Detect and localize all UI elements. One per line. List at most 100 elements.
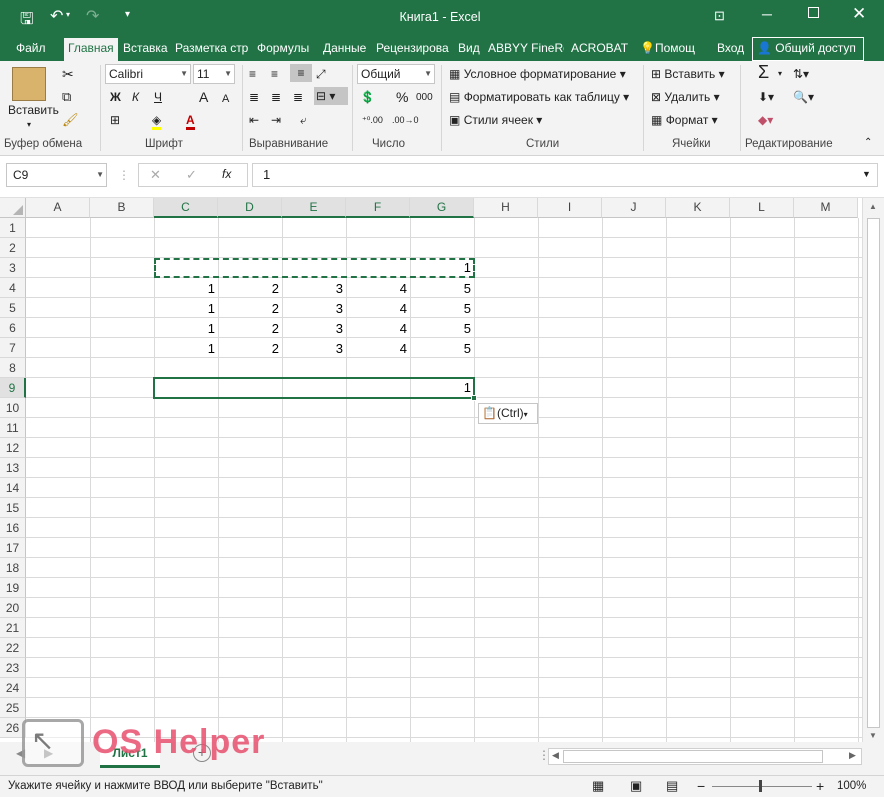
close-button[interactable]: ✕ — [852, 4, 866, 24]
cell-e5[interactable]: 3 — [282, 299, 346, 319]
column-header-i[interactable]: I — [538, 198, 602, 218]
cancel-entry-icon[interactable]: ✕ — [150, 167, 161, 183]
zoom-slider-thumb[interactable] — [759, 780, 762, 792]
cell-g7[interactable]: 5 — [410, 339, 474, 359]
conditional-format-button[interactable]: ▦ Условное форматирование ▾ — [449, 65, 626, 83]
autosum-dropdown-icon[interactable]: ▾ — [778, 65, 782, 83]
h-scroll-thumb[interactable] — [563, 750, 823, 763]
row-header[interactable]: 18 — [0, 558, 26, 578]
row-header[interactable]: 24 — [0, 678, 26, 698]
delete-cells-button[interactable]: ⊠ Удалить ▾ — [651, 88, 720, 106]
cut-icon[interactable]: ✂ — [62, 65, 74, 83]
cell-f5[interactable]: 4 — [346, 299, 410, 319]
row-header[interactable]: 23 — [0, 658, 26, 678]
paste-button[interactable]: Вставить — [8, 101, 59, 119]
row-header[interactable]: 6 — [0, 318, 26, 338]
zoom-out-icon[interactable]: − — [697, 776, 705, 796]
align-middle-icon[interactable]: ≡ — [271, 65, 278, 83]
save-icon[interactable]: 🖫 — [20, 8, 34, 35]
number-format-select[interactable]: Общий ▼ — [357, 64, 435, 84]
row-header[interactable]: 21 — [0, 618, 26, 638]
column-header-m[interactable]: M — [794, 198, 858, 218]
column-header-c[interactable]: C — [154, 198, 218, 218]
increase-indent-icon[interactable]: ⇥ — [271, 111, 281, 129]
cell-g4[interactable]: 5 — [410, 279, 474, 299]
clear-icon[interactable]: ◆▾ — [758, 111, 773, 129]
row-header[interactable]: 10 — [0, 398, 26, 418]
format-cells-button[interactable]: ▦ Формат ▾ — [651, 111, 718, 129]
share-button[interactable]: 👤 Общий доступ — [752, 37, 864, 61]
decrease-decimal-icon[interactable]: .00→0 — [392, 111, 419, 129]
scroll-up-icon[interactable]: ▲ — [869, 202, 877, 211]
fill-handle[interactable] — [471, 395, 477, 401]
formula-input[interactable]: 1 — [252, 163, 878, 187]
sign-in-link[interactable]: Вход — [713, 38, 748, 61]
row-header[interactable]: 20 — [0, 598, 26, 618]
cell-d6[interactable]: 2 — [218, 319, 282, 339]
tab-abbyy[interactable]: ABBYY FineRe — [484, 38, 564, 61]
tab-review[interactable]: Рецензирова — [372, 38, 452, 61]
row-header[interactable]: 15 — [0, 498, 26, 518]
format-painter-icon[interactable]: 🖌 — [62, 111, 79, 129]
font-color-icon[interactable]: A — [186, 111, 195, 130]
sort-filter-icon[interactable]: ⇅▾ — [793, 65, 809, 83]
row-header[interactable]: 1 — [0, 218, 26, 238]
page-break-icon[interactable]: ▤ — [666, 776, 678, 796]
cell-e4[interactable]: 3 — [282, 279, 346, 299]
cell-f6[interactable]: 4 — [346, 319, 410, 339]
align-left-icon[interactable]: ≣ — [249, 88, 259, 106]
row-header[interactable]: 5 — [0, 298, 26, 318]
align-center-icon[interactable]: ≣ — [271, 88, 281, 106]
row-header[interactable]: 11 — [0, 418, 26, 438]
cell-g9[interactable]: 1 — [410, 378, 474, 398]
undo-icon[interactable]: ↶ — [50, 6, 63, 26]
thousands-button[interactable]: 000 — [416, 89, 433, 107]
currency-icon[interactable]: 💲 — [360, 88, 375, 106]
font-size-select[interactable]: 11 ▼ — [193, 64, 235, 84]
confirm-entry-icon[interactable]: ✓ — [186, 167, 197, 183]
scroll-right-icon[interactable]: ▶ — [849, 750, 856, 761]
format-as-table-button[interactable]: ▤ Форматировать как таблицу ▾ — [449, 88, 629, 106]
tab-page-layout[interactable]: Разметка стр — [171, 38, 251, 61]
insert-function-button[interactable]: fx — [222, 167, 231, 181]
tab-formulas[interactable]: Формулы — [253, 38, 313, 61]
undo-dropdown-icon[interactable]: ▾ — [66, 10, 70, 19]
paste-icon[interactable] — [12, 67, 46, 101]
row-header[interactable]: 19 — [0, 578, 26, 598]
normal-view-icon[interactable]: ▦ — [592, 776, 604, 796]
cell-d7[interactable]: 2 — [218, 339, 282, 359]
insert-cells-button[interactable]: ⊞ Вставить ▾ — [651, 65, 725, 83]
grow-font-button[interactable]: A — [199, 88, 208, 106]
column-header-h[interactable]: H — [474, 198, 538, 218]
maximize-button[interactable] — [808, 7, 819, 18]
horizontal-scrollbar[interactable]: ◀ ▶ — [548, 748, 862, 765]
increase-decimal-icon[interactable]: ⁺⁰.00 — [362, 111, 383, 129]
orientation-icon[interactable]: ⤢ — [316, 65, 326, 83]
column-header-g[interactable]: G — [410, 198, 474, 218]
ribbon-display-icon[interactable]: ⊡ — [714, 8, 725, 24]
column-header-j[interactable]: J — [602, 198, 666, 218]
row-header[interactable]: 22 — [0, 638, 26, 658]
row-header[interactable]: 14 — [0, 478, 26, 498]
bold-button[interactable]: Ж — [110, 88, 121, 106]
row-header[interactable]: 9 — [0, 378, 26, 398]
row-header[interactable]: 4 — [0, 278, 26, 298]
expand-formula-icon[interactable]: ▼ — [862, 169, 871, 179]
column-header-l[interactable]: L — [730, 198, 794, 218]
paste-dropdown-icon[interactable]: ▾ — [27, 116, 31, 134]
customize-toolbar-icon[interactable]: ▾ — [125, 9, 130, 20]
row-header[interactable]: 17 — [0, 538, 26, 558]
cell-d4[interactable]: 2 — [218, 279, 282, 299]
cell-c7[interactable]: 1 — [154, 339, 218, 359]
tab-insert[interactable]: Вставка — [119, 38, 172, 61]
paste-options-button[interactable]: 📋(Ctrl)▾ — [478, 403, 538, 424]
column-header-b[interactable]: B — [90, 198, 154, 218]
borders-icon[interactable]: ⊞ — [110, 111, 120, 129]
cell-c6[interactable]: 1 — [154, 319, 218, 339]
cell-c5[interactable]: 1 — [154, 299, 218, 319]
merge-center-icon[interactable]: ⊟ ▾ — [314, 87, 348, 105]
cell-f7[interactable]: 4 — [346, 339, 410, 359]
font-name-select[interactable]: Calibri ▼ — [105, 64, 191, 84]
collapse-ribbon-icon[interactable]: ⌃ — [864, 134, 872, 152]
cell-f4[interactable]: 4 — [346, 279, 410, 299]
